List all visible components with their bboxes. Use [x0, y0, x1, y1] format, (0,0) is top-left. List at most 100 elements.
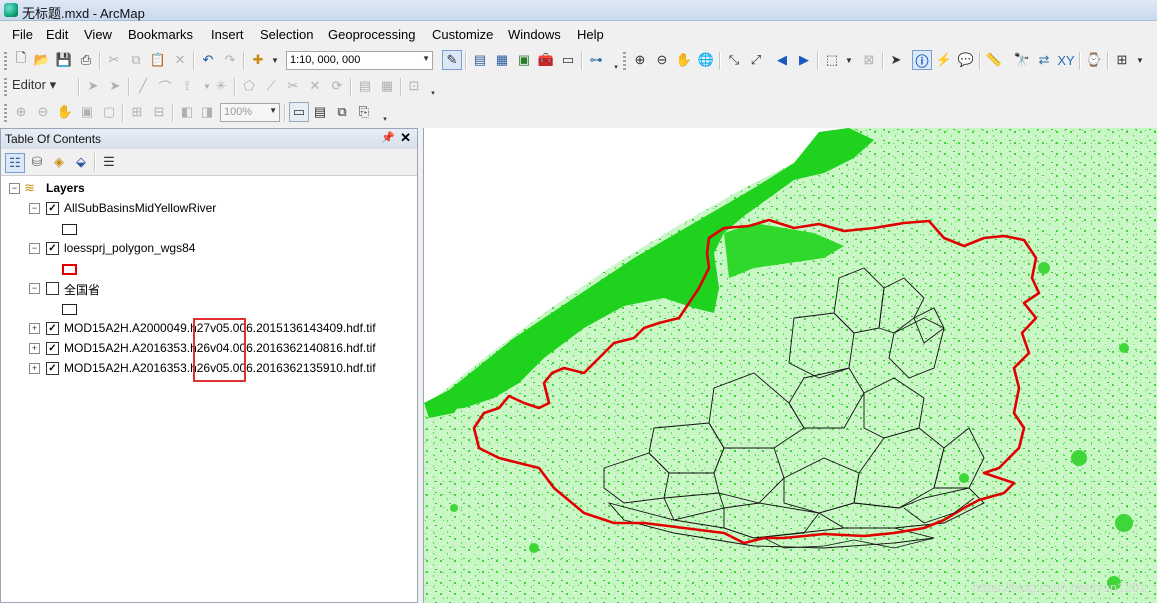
catalog-icon[interactable]: ▦ [493, 51, 511, 69]
menu-insert[interactable]: Insert [211, 27, 244, 42]
layer-symbol-swatch[interactable] [62, 264, 77, 275]
select-features-icon[interactable]: ⬚ [823, 51, 841, 69]
copy-icon[interactable]: ⧉ [127, 51, 145, 69]
time-slider-icon[interactable]: ⌚ [1085, 51, 1103, 69]
select-elements-icon[interactable]: ➤ [887, 51, 905, 69]
go-to-xy-icon[interactable]: XY [1057, 51, 1075, 69]
list-by-visibility-icon[interactable]: ◈ [50, 153, 68, 171]
zoom-whole-page-icon[interactable]: ▣ [78, 103, 96, 121]
add-data-dropdown-icon[interactable]: ▼ [266, 51, 284, 69]
toolbar-grip[interactable] [4, 52, 7, 70]
modelbuilder-icon[interactable]: ⊶ [587, 51, 605, 69]
layer-symbol-swatch[interactable] [62, 304, 77, 315]
expand-icon[interactable]: + [29, 363, 40, 374]
table-icon[interactable]: ▤ [471, 51, 489, 69]
point-icon[interactable]: ✳ [212, 77, 230, 95]
layer-visibility-checkbox[interactable]: ✓ [46, 202, 59, 215]
layout-toolbar-options-icon[interactable]: ▾ [376, 110, 394, 128]
select-dropdown-icon[interactable]: ▼ [840, 51, 858, 69]
back-extent-icon[interactable]: ◀ [773, 51, 791, 69]
menu-edit[interactable]: Edit [46, 27, 68, 42]
menu-file[interactable]: File [12, 27, 33, 42]
layer-visibility-checkbox[interactable]: ✓ [46, 322, 59, 335]
layer-row[interactable]: − ✓ AllSubBasinsMidYellowRiver [1, 200, 417, 216]
cut-polygons-icon[interactable]: ✂ [284, 77, 302, 95]
zoom-100-icon[interactable]: ▢ [100, 103, 118, 121]
create-features-icon[interactable]: ⊡ [405, 77, 423, 95]
full-extent-icon[interactable]: 🌐 [697, 51, 715, 69]
collapse-icon[interactable]: − [29, 283, 40, 294]
layer-visibility-checkbox[interactable]: ✓ [46, 242, 59, 255]
map-canvas[interactable] [424, 128, 1157, 603]
layer-visibility-checkbox[interactable]: ✓ [46, 362, 59, 375]
layer-row[interactable]: − 全国省 [1, 280, 417, 297]
cut-icon[interactable]: ✂ [105, 51, 123, 69]
menu-selection[interactable]: Selection [260, 27, 313, 42]
fixed-zoom-out-icon[interactable]: ⤢ [747, 51, 765, 69]
attributes-icon[interactable]: ▤ [356, 77, 374, 95]
layout-fixed-zoom-out-icon[interactable]: ⊟ [150, 103, 168, 121]
paste-icon[interactable]: 📋 [149, 51, 167, 69]
edit-vertices-icon[interactable]: ⬠ [240, 77, 258, 95]
menu-geoprocessing[interactable]: Geoprocessing [328, 27, 415, 42]
arctoolbox-icon[interactable]: 🧰 [537, 51, 555, 69]
focus-data-frame-icon[interactable]: ▤ [311, 103, 329, 121]
clear-selection-icon[interactable]: ⊠ [860, 51, 878, 69]
save-icon[interactable]: 💾 [55, 51, 73, 69]
editor-toolbar-options-icon[interactable]: ▾ [424, 84, 442, 102]
menu-bookmarks[interactable]: Bookmarks [128, 27, 193, 42]
list-by-drawing-order-icon[interactable]: ☷ [5, 153, 25, 173]
menu-help[interactable]: Help [577, 27, 604, 42]
layer-row[interactable]: − ✓ loessprj_polygon_wgs84 [1, 240, 417, 256]
map-scale-combo[interactable]: 1:10, 000, 000 ▼ [286, 51, 433, 70]
fixed-zoom-in-icon[interactable]: ⤡ [725, 51, 743, 69]
viewer-dropdown-icon[interactable]: ▼ [1131, 51, 1149, 69]
print-icon[interactable]: ⎙ [77, 51, 95, 69]
list-by-source-icon[interactable]: ⛁ [28, 153, 46, 171]
layout-zoom-in-icon[interactable]: ⊕ [12, 103, 30, 121]
delete-icon[interactable]: ✕ [171, 51, 189, 69]
editor-toolbar-icon[interactable]: ✎ [442, 50, 462, 70]
hyperlink-icon[interactable]: ⚡ [935, 51, 953, 69]
layer-visibility-checkbox[interactable] [46, 282, 59, 295]
expand-icon[interactable]: + [29, 323, 40, 334]
change-layout-icon[interactable]: ⧉ [333, 103, 351, 121]
add-data-icon[interactable]: ✚ [249, 51, 267, 69]
new-icon[interactable]: 🗋 [12, 50, 30, 69]
redo-icon[interactable]: ↷ [221, 51, 239, 69]
forward-extent-icon[interactable]: ▶ [795, 51, 813, 69]
open-icon[interactable]: 📂 [33, 51, 51, 69]
collapse-icon[interactable]: − [29, 203, 40, 214]
menu-view[interactable]: View [84, 27, 112, 42]
search-window-icon[interactable]: ▣ [515, 51, 533, 69]
toc-options-icon[interactable]: ☰ [100, 153, 118, 171]
zoom-out-icon[interactable]: ⊖ [653, 51, 671, 69]
find-icon[interactable]: 🔭 [1013, 51, 1031, 69]
layer-visibility-checkbox[interactable]: ✓ [46, 342, 59, 355]
editor-menu-button[interactable]: Editor ▾ [12, 76, 72, 94]
measure-icon[interactable]: 📏 [985, 51, 1003, 69]
layout-fixed-zoom-in-icon[interactable]: ⊞ [128, 103, 146, 121]
expand-icon[interactable]: + [29, 343, 40, 354]
straight-segment-icon[interactable]: ╱ [134, 77, 152, 95]
layer-symbol-swatch[interactable] [62, 224, 77, 235]
edit-tool-icon[interactable]: ➤ [84, 77, 102, 95]
reshape-icon[interactable]: ⟋ [262, 77, 280, 95]
auto-hide-pin-icon[interactable]: 📌 [381, 131, 395, 144]
pan-icon[interactable]: ✋ [675, 51, 693, 69]
data-driven-pages-icon[interactable]: ⎘ [355, 103, 373, 121]
create-viewer-icon[interactable]: ⊞ [1113, 51, 1131, 69]
layout-zoom-combo[interactable]: 100% ▼ [220, 103, 280, 122]
menu-customize[interactable]: Customize [432, 27, 493, 42]
find-route-icon[interactable]: ⇄ [1035, 51, 1053, 69]
python-window-icon[interactable]: ▭ [559, 51, 577, 69]
rotate-icon[interactable]: ⟳ [328, 77, 346, 95]
zoom-in-icon[interactable]: ⊕ [631, 51, 649, 69]
trace-icon[interactable]: ⟟ [178, 77, 196, 95]
list-by-selection-icon[interactable]: ⬙ [72, 153, 90, 171]
menu-windows[interactable]: Windows [508, 27, 561, 42]
split-icon[interactable]: ✕ [306, 77, 324, 95]
endpoint-arc-icon[interactable]: ⌒ [156, 77, 174, 95]
close-icon[interactable]: ✕ [400, 130, 411, 146]
html-popup-icon[interactable]: 💬 [957, 51, 975, 69]
